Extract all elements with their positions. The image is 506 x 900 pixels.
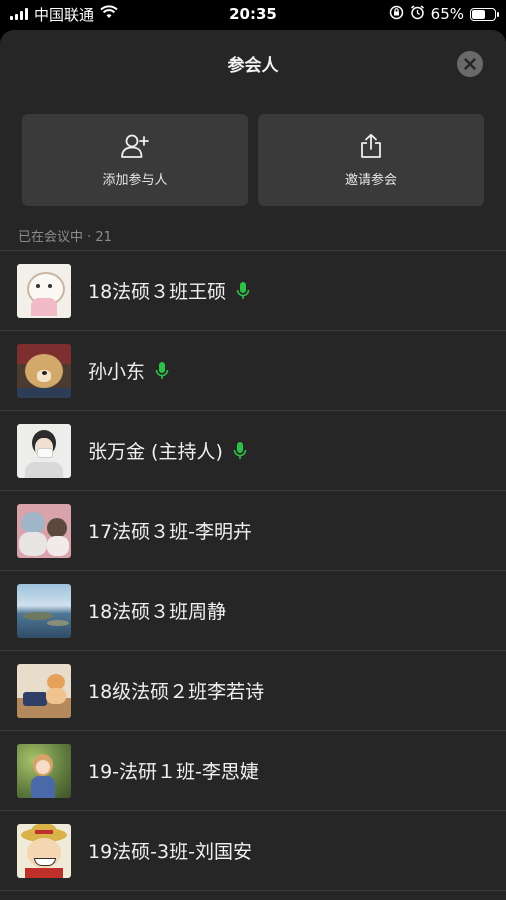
participant-row[interactable]: 19-法研１班-李思婕 xyxy=(0,731,506,811)
mic-icon xyxy=(236,281,250,301)
close-button[interactable] xyxy=(457,51,483,77)
mic-icon xyxy=(155,361,169,381)
sheet-header: 参会人 xyxy=(0,30,506,96)
close-icon xyxy=(464,58,476,70)
avatar xyxy=(17,343,71,398)
participant-list: 18法硕３班王硕 孙小东 张万金 (主持人) 17法硕３班-李明卉 18法硕３班… xyxy=(0,250,506,891)
page-title: 参会人 xyxy=(227,55,279,76)
participant-name: 张万金 (主持人) xyxy=(88,441,223,463)
avatar xyxy=(17,503,71,558)
status-left: 中国联通 xyxy=(0,4,118,25)
avatar xyxy=(17,423,71,478)
rotation-lock-icon xyxy=(389,5,404,24)
participant-name: 18法硕３班周静 xyxy=(88,601,227,623)
participant-name: 18级法硕２班李若诗 xyxy=(88,681,265,703)
add-participant-label: 添加参与人 xyxy=(102,172,168,188)
avatar xyxy=(17,823,71,878)
participant-name: 17法硕３班-李明卉 xyxy=(88,521,253,543)
invite-button[interactable]: 邀请参会 xyxy=(258,114,484,206)
participant-row[interactable]: 18法硕３班周静 xyxy=(0,571,506,651)
wifi-icon xyxy=(100,5,118,23)
avatar xyxy=(17,663,71,718)
participant-row[interactable]: 18法硕３班王硕 xyxy=(0,251,506,331)
participant-name: 18法硕３班王硕 xyxy=(88,281,227,303)
invite-label: 邀请参会 xyxy=(344,172,397,188)
in-meeting-count: 已在会议中 · 21 xyxy=(18,230,112,245)
mic-icon xyxy=(233,441,247,461)
participant-row[interactable]: 19法硕-3班-刘国安 xyxy=(0,811,506,891)
action-buttons: 添加参与人 邀请参会 xyxy=(0,96,506,206)
signal-icon xyxy=(10,8,28,20)
avatar xyxy=(17,583,71,638)
participant-name: 19-法研１班-李思婕 xyxy=(88,761,259,783)
participant-row[interactable]: 孙小东 xyxy=(0,331,506,411)
participant-name: 19法硕-3班-刘国安 xyxy=(88,841,252,863)
participant-row[interactable]: 张万金 (主持人) xyxy=(0,411,506,491)
add-participant-button[interactable]: 添加参与人 xyxy=(22,114,248,206)
avatar xyxy=(17,263,71,318)
status-bar: 中国联通 20:35 65% xyxy=(0,0,506,28)
battery-fill xyxy=(472,9,486,19)
participants-sheet: 参会人 添加参与人 邀请参会 已在会议中 · 21 18法硕３班王硕 孙小东 张… xyxy=(0,30,506,900)
battery-percent: 65% xyxy=(430,5,464,23)
avatar xyxy=(17,743,71,798)
add-person-icon xyxy=(121,134,149,158)
share-icon xyxy=(361,133,381,158)
battery-icon xyxy=(470,7,499,21)
alarm-icon xyxy=(410,4,425,24)
participant-row[interactable]: 18级法硕２班李若诗 xyxy=(0,651,506,731)
carrier-label: 中国联通 xyxy=(34,5,95,24)
participant-name: 孙小东 xyxy=(88,361,146,383)
status-right: 65% xyxy=(389,4,506,24)
participant-row[interactable]: 17法硕３班-李明卉 xyxy=(0,491,506,571)
